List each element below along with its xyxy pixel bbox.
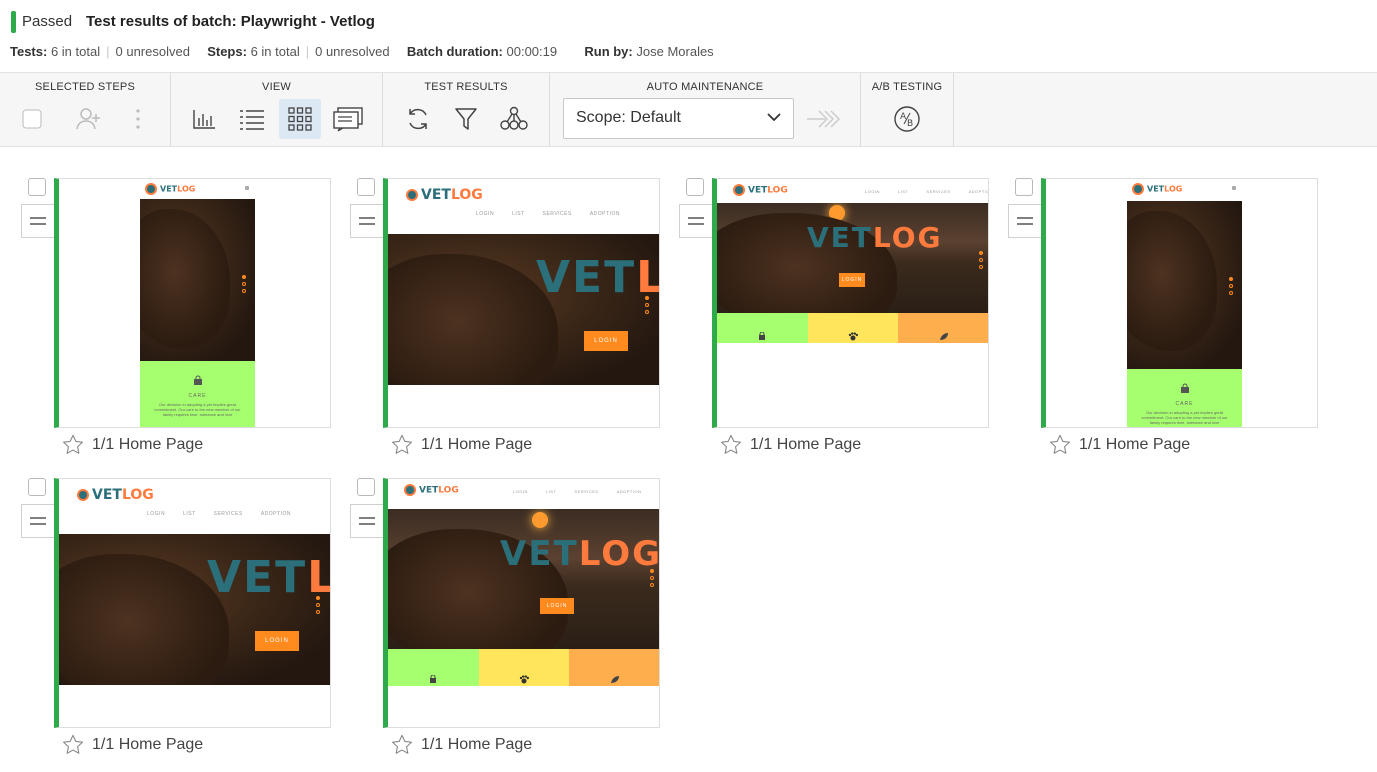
step-label[interactable]: 1/1 Home Page — [750, 436, 861, 454]
drag-handle-icon[interactable] — [21, 504, 55, 538]
ab-testing-icon[interactable]: AB — [886, 99, 928, 139]
auto-maintenance-group: AUTO MAINTENANCE Scope: Default — [550, 73, 861, 147]
filter-icon[interactable] — [445, 99, 487, 139]
step-caption: 1/1 Home Page — [391, 434, 532, 455]
test-results-group: TEST RESULTS — [383, 73, 550, 147]
drag-handle-icon[interactable] — [21, 204, 55, 238]
ab-testing-group: A/B TESTING AB — [861, 73, 954, 147]
step-thumbnail[interactable]: VETLOG CARE Our decision in adopting a pet… — [54, 178, 331, 428]
comparison-view-icon[interactable] — [327, 99, 369, 139]
toolbar: SELECTED STEPS VIEW TEST RESULTS AUTO MA… — [0, 72, 1377, 147]
chevron-down-icon — [767, 113, 781, 122]
more-actions-icon[interactable] — [117, 99, 159, 139]
drag-handle-icon[interactable] — [350, 204, 384, 238]
step-thumbnail[interactable]: VETLOGLOGINLISTSERVICESADOPTIONVETLOLOGI… — [54, 478, 331, 728]
runby-value: Jose Morales — [636, 44, 714, 59]
batch-meta: Tests: 6 in total | 0 unresolved Steps: 6 … — [10, 44, 714, 59]
tests-label: Tests: — [10, 44, 48, 59]
batch-header: Passed Test results of batch: Playwright… — [0, 0, 1377, 72]
step-checkbox[interactable] — [357, 178, 375, 196]
drag-handle-icon[interactable] — [1008, 204, 1042, 238]
step-card[interactable]: VETLOGLOGINLISTSERVICESADOPTIONVETLOGLOG… — [679, 178, 996, 468]
step-caption: 1/1 Home Page — [62, 734, 203, 755]
duration-label: Batch duration: — [406, 44, 503, 59]
selected-steps-group: SELECTED STEPS — [0, 73, 171, 147]
step-checkbox[interactable] — [357, 478, 375, 496]
scope-select-value: Scope: Default — [576, 109, 681, 126]
star-icon[interactable] — [720, 434, 742, 455]
branch-graph-icon[interactable] — [493, 99, 535, 139]
page-title: Test results of batch: Playwright - Vetl… — [86, 13, 375, 30]
status-indicator — [11, 11, 16, 33]
select-all-checkbox[interactable] — [11, 99, 53, 139]
assign-user-icon[interactable] — [68, 99, 110, 139]
auto-maintenance-title: AUTO MAINTENANCE — [646, 81, 764, 93]
step-caption: 1/1 Home Page — [720, 434, 861, 455]
step-card[interactable]: VETLOGLOGINLISTSERVICESADOPTIONVETLOLOGI… — [350, 178, 667, 468]
star-icon[interactable] — [391, 734, 413, 755]
step-caption: 1/1 Home Page — [1049, 434, 1190, 455]
duration-value: 00:00:19 — [506, 44, 558, 59]
star-icon[interactable] — [62, 434, 84, 455]
scope-select[interactable]: Scope: Default — [563, 98, 794, 139]
tests-total[interactable]: 6 in total — [51, 44, 100, 59]
list-view-icon[interactable] — [231, 99, 273, 139]
step-thumbnail[interactable]: VETLOG CARE Our decision in adopting a pet… — [1041, 178, 1318, 428]
star-icon[interactable] — [62, 734, 84, 755]
chart-view-icon[interactable] — [183, 99, 225, 139]
selected-steps-title: SELECTED STEPS — [35, 81, 135, 93]
view-title: VIEW — [262, 81, 291, 93]
step-label[interactable]: 1/1 Home Page — [92, 436, 203, 454]
status-label: Passed — [22, 13, 73, 30]
star-icon[interactable] — [1049, 434, 1071, 455]
steps-label: Steps: — [207, 44, 247, 59]
step-checkbox[interactable] — [28, 178, 46, 196]
step-label[interactable]: 1/1 Home Page — [421, 736, 532, 754]
step-label[interactable]: 1/1 Home Page — [1079, 436, 1190, 454]
steps-total[interactable]: 6 in total — [251, 44, 300, 59]
view-group: VIEW — [171, 73, 383, 147]
ab-testing-title: A/B TESTING — [871, 81, 943, 93]
step-card[interactable]: VETLOG CARE Our decision in adopting a pet… — [1008, 178, 1325, 468]
star-icon[interactable] — [391, 434, 413, 455]
svg-text:B: B — [907, 119, 913, 129]
runby-label: Run by: — [584, 44, 633, 59]
tests-unresolved[interactable]: 0 unresolved — [116, 44, 190, 59]
step-checkbox[interactable] — [1015, 178, 1033, 196]
step-card[interactable]: VETLOGLOGINLISTSERVICESADOPTIONVETLOGLOG… — [350, 478, 667, 768]
step-card[interactable]: VETLOG CARE Our decision in adopting a pet… — [21, 178, 338, 468]
step-thumbnail[interactable]: VETLOGLOGINLISTSERVICESADOPTIONVETLOGLOG… — [383, 478, 660, 728]
step-label[interactable]: 1/1 Home Page — [421, 436, 532, 454]
step-thumbnail[interactable]: VETLOGLOGINLISTSERVICESADOPTIONVETLOLOGI… — [383, 178, 660, 428]
steps-unresolved[interactable]: 0 unresolved — [315, 44, 389, 59]
test-results-title: TEST RESULTS — [424, 81, 508, 93]
step-caption: 1/1 Home Page — [62, 434, 203, 455]
drag-handle-icon[interactable] — [350, 504, 384, 538]
drag-handle-icon[interactable] — [679, 204, 713, 238]
step-caption: 1/1 Home Page — [391, 734, 532, 755]
step-checkbox[interactable] — [28, 478, 46, 496]
step-checkbox[interactable] — [686, 178, 704, 196]
refresh-icon[interactable] — [397, 99, 439, 139]
step-thumbnail[interactable]: VETLOGLOGINLISTSERVICESADOPTIONVETLOGLOG… — [712, 178, 989, 428]
step-label[interactable]: 1/1 Home Page — [92, 736, 203, 754]
step-card[interactable]: VETLOGLOGINLISTSERVICESADOPTIONVETLOLOGI… — [21, 478, 338, 768]
grid-view-icon[interactable] — [279, 99, 321, 139]
apply-maintenance-icon[interactable] — [802, 99, 844, 139]
